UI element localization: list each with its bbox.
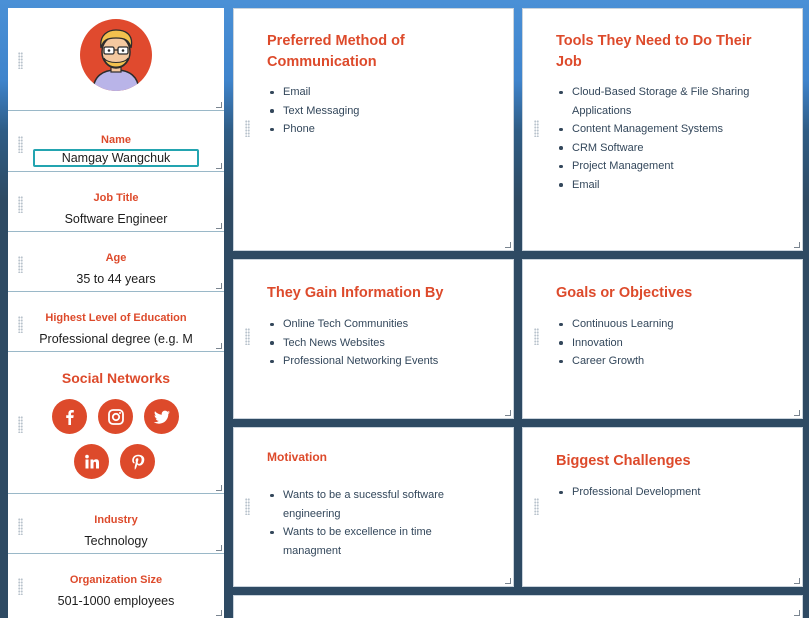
preferred-communication-card[interactable]: Preferred Method of Communication Email … (233, 8, 514, 251)
organization-size-value: 501-1000 employees (57, 594, 175, 608)
goals-card[interactable]: Goals or Objectives Continuous Learning … (522, 259, 803, 419)
card-title: Goals or Objectives (556, 285, 693, 301)
list-item: Text Messaging (270, 102, 493, 121)
linkedin-icon[interactable] (74, 444, 109, 479)
industry-section[interactable]: Industry Technology (8, 494, 224, 554)
education-label: Highest Level of Education (45, 312, 187, 324)
job-title-label: Job Title (93, 192, 139, 204)
job-title-value: Software Engineer (64, 212, 168, 226)
social-networks-section[interactable]: Social Networks (8, 352, 224, 494)
list-item: Professional Development (559, 483, 782, 502)
job-title-section[interactable]: Job Title Software Engineer (8, 172, 224, 232)
industry-label: Industry (94, 514, 138, 526)
drag-handle-icon[interactable] (534, 120, 539, 137)
social-networks-title: Social Networks (61, 370, 171, 386)
list-item: Cloud-Based Storage & File Sharing Appli… (559, 83, 787, 120)
facebook-icon[interactable] (52, 399, 87, 434)
name-section[interactable]: Name Namgay Wangchuk (8, 111, 224, 172)
list-item: Innovation (559, 334, 782, 353)
list-item: Professional Networking Events (270, 352, 493, 371)
education-value: Professional degree (e.g. M (39, 332, 193, 346)
card-title: Preferred Method of Communication (267, 33, 405, 70)
industry-value: Technology (84, 534, 148, 548)
list-item: Email (270, 83, 493, 102)
avatar (80, 19, 152, 91)
drag-handle-icon[interactable] (18, 416, 23, 433)
age-label: Age (105, 252, 127, 264)
additional-card[interactable] (233, 595, 803, 618)
information-sources-card[interactable]: They Gain Information By Online Tech Com… (233, 259, 514, 419)
drag-handle-icon[interactable] (245, 498, 250, 515)
age-value: 35 to 44 years (76, 272, 156, 286)
name-label: Name (101, 134, 131, 146)
motivation-card[interactable]: Motivation Wants to be a sucessful softw… (233, 427, 514, 587)
persona-profile-column: Name Namgay Wangchuk Job Title Software … (8, 8, 224, 618)
list-item: Content Management Systems (559, 120, 787, 139)
organization-size-label: Organization Size (69, 574, 163, 586)
card-title: Motivation (267, 450, 327, 464)
twitter-icon[interactable] (144, 399, 179, 434)
list-item: Wants to be excellence in time managment (270, 523, 473, 560)
card-list: Continuous Learning Innovation Career Gr… (559, 315, 782, 371)
tools-card[interactable]: Tools They Need to Do Their Job Cloud-Ba… (522, 8, 803, 251)
drag-handle-icon[interactable] (18, 52, 23, 69)
pinterest-icon[interactable] (120, 444, 155, 479)
list-item: Continuous Learning (559, 315, 782, 334)
card-title: They Gain Information By (267, 285, 444, 301)
challenges-card[interactable]: Biggest Challenges Professional Developm… (522, 427, 803, 587)
list-item: Career Growth (559, 352, 782, 371)
organization-size-section[interactable]: Organization Size 501-1000 employees (8, 554, 224, 618)
instagram-icon[interactable] (98, 399, 133, 434)
card-list: Wants to be a sucessful software enginee… (270, 486, 473, 560)
age-section[interactable]: Age 35 to 44 years (8, 232, 224, 292)
list-item: CRM Software (559, 139, 787, 158)
list-item: Tech News Websites (270, 334, 493, 353)
list-item: Online Tech Communities (270, 315, 493, 334)
list-item: Email (559, 176, 787, 195)
list-item: Project Management (559, 157, 787, 176)
drag-handle-icon[interactable] (245, 120, 250, 137)
avatar-section[interactable] (8, 8, 224, 111)
card-list: Online Tech Communities Tech News Websit… (270, 315, 493, 371)
drag-handle-icon[interactable] (534, 328, 539, 345)
card-list: Email Text Messaging Phone (270, 83, 493, 139)
card-list: Cloud-Based Storage & File Sharing Appli… (559, 83, 787, 195)
drag-handle-icon[interactable] (534, 498, 539, 515)
card-title: Tools They Need to Do Their Job (556, 33, 752, 70)
education-section[interactable]: Highest Level of Education Professional … (8, 292, 224, 352)
drag-handle-icon[interactable] (245, 328, 250, 345)
list-item: Phone (270, 120, 493, 139)
card-title: Biggest Challenges (556, 453, 691, 469)
card-list: Professional Development (559, 483, 782, 502)
name-input[interactable]: Namgay Wangchuk (33, 149, 199, 167)
list-item: Wants to be a sucessful software enginee… (270, 486, 473, 523)
